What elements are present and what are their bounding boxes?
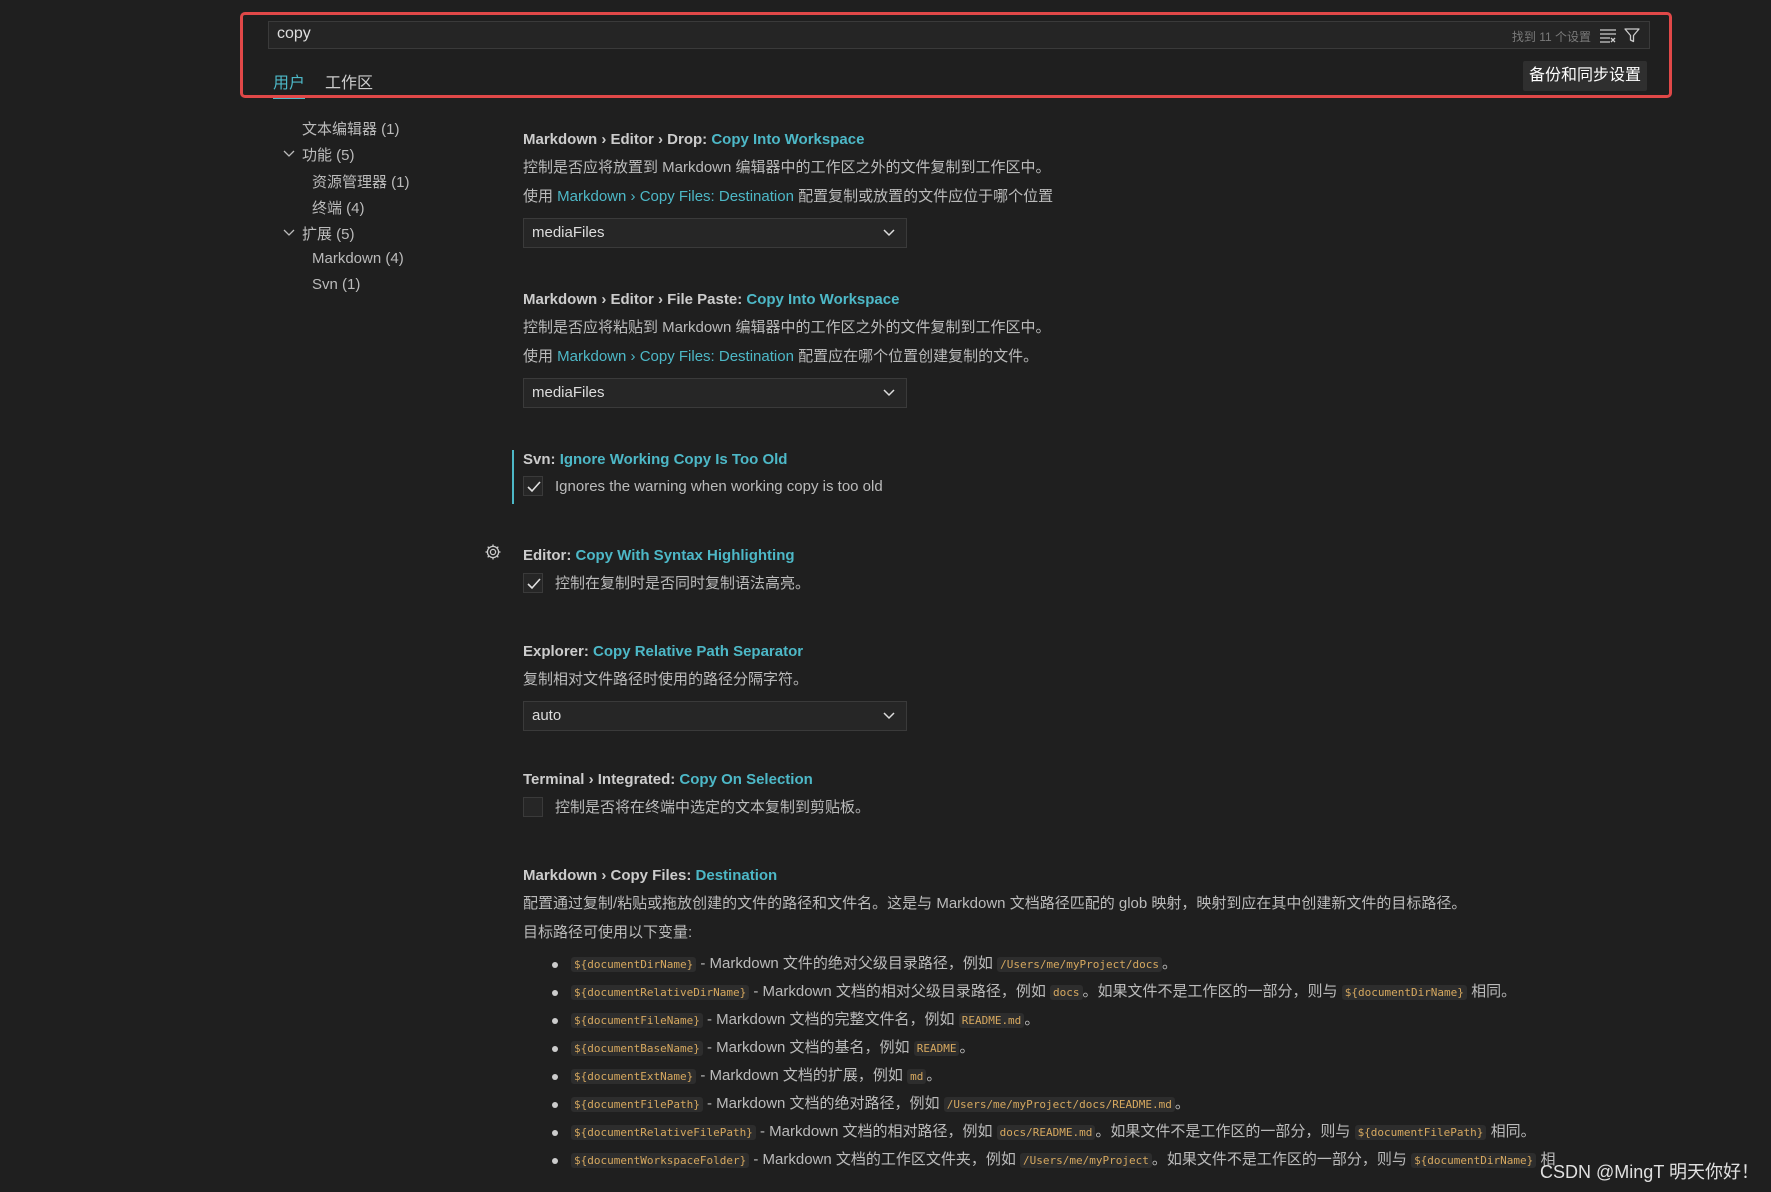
toc-item-markdown[interactable]: Markdown (4)	[312, 250, 404, 267]
setting-select[interactable]: auto	[523, 701, 907, 731]
check-icon	[527, 577, 541, 589]
setting-markdown-copy-destination: Markdown › Copy Files: Destination 配置通过复…	[523, 867, 1723, 1174]
clear-filter-icon[interactable]	[1599, 27, 1617, 43]
setting-editor-copy-syntax: Editor: Copy With Syntax Highlighting 控制…	[523, 547, 1723, 593]
setting-description: 控制是否应将粘贴到 Markdown 编辑器中的工作区之外的文件复制到工作区中。	[523, 319, 1051, 336]
setting-title: Explorer: Copy Relative Path Separator	[523, 643, 804, 660]
setting-terminal-copy-on-selection: Terminal › Integrated: Copy On Selection…	[523, 771, 1723, 817]
toc-item-explorer[interactable]: 资源管理器 (1)	[312, 171, 410, 192]
chevron-down-icon	[883, 389, 895, 397]
toc-item-extensions[interactable]: 扩展 (5)	[302, 223, 355, 244]
setting-select[interactable]: mediaFiles	[523, 378, 907, 408]
setting-select[interactable]: mediaFiles	[523, 218, 907, 248]
setting-checkbox[interactable]	[523, 476, 543, 496]
tab-user[interactable]: 用户	[273, 69, 306, 99]
gear-icon[interactable]	[484, 543, 502, 561]
toc-item-terminal[interactable]: 终端 (4)	[312, 197, 365, 218]
list-item: ${documentFileName} - Markdown 文档的完整文件名，…	[523, 1006, 1723, 1034]
setting-explorer-copy-separator: Explorer: Copy Relative Path Separator 复…	[523, 643, 1723, 731]
settings-header: copy 找到 11 个设置 用户 工作区 备份和同步设置	[240, 12, 1672, 99]
tab-workspace[interactable]: 工作区	[325, 69, 373, 93]
toc-item-features[interactable]: 功能 (5)	[302, 144, 355, 165]
checkbox-label: Ignores the warning when working copy is…	[555, 477, 883, 495]
chevron-down-icon	[883, 712, 895, 720]
setting-title: Svn: Ignore Working Copy Is Too Old	[523, 451, 788, 468]
toc-item-text-editor[interactable]: 文本编辑器 (1)	[302, 118, 400, 139]
setting-title: Editor: Copy With Syntax Highlighting	[523, 547, 795, 564]
toc-item-svn[interactable]: Svn (1)	[312, 276, 360, 293]
watermark: CSDN @MingT 明天你好！	[1540, 1162, 1759, 1182]
chevron-down-icon[interactable]	[282, 228, 296, 238]
setting-checkbox[interactable]	[523, 572, 543, 593]
list-item: ${documentRelativeFilePath} - Markdown 文…	[523, 1118, 1723, 1146]
chevron-down-icon	[883, 229, 895, 237]
search-bar[interactable]: copy 找到 11 个设置	[268, 21, 1650, 49]
chevron-down-icon[interactable]	[282, 149, 296, 159]
setting-title: Markdown › Editor › File Paste: Copy Int…	[523, 291, 900, 308]
checkbox-label: 控制在复制时是否同时复制语法高亮。	[555, 575, 811, 592]
variable-list: ${documentDirName} - Markdown 文件的绝对父级目录路…	[523, 950, 1723, 1174]
list-item: ${documentBaseName} - Markdown 文档的基名，例如 …	[523, 1034, 1723, 1062]
setting-description: 复制相对文件路径时使用的路径分隔字符。	[523, 671, 809, 688]
setting-description: 控制是否应将放置到 Markdown 编辑器中的工作区之外的文件复制到工作区中。	[523, 159, 1051, 176]
result-count: 找到 11 个设置	[1511, 30, 1591, 44]
setting-title: Terminal › Integrated: Copy On Selection	[523, 771, 813, 788]
setting-link[interactable]: Markdown › Copy Files: Destination	[557, 348, 794, 365]
backup-sync-button[interactable]: 备份和同步设置	[1522, 61, 1647, 91]
setting-title: Markdown › Copy Files: Destination	[523, 867, 778, 884]
filter-icon[interactable]	[1623, 26, 1641, 44]
search-input[interactable]: copy	[277, 25, 311, 43]
setting-svn-ignore-working-copy: Svn: Ignore Working Copy Is Too Old Igno…	[523, 451, 1723, 496]
checkbox-label: 控制是否将在终端中选定的文本复制到剪贴板。	[555, 799, 871, 816]
check-icon	[527, 481, 541, 493]
setting-link[interactable]: Markdown › Copy Files: Destination	[557, 188, 794, 205]
list-item: ${documentRelativeDirName} - Markdown 文档…	[523, 978, 1723, 1006]
setting-checkbox[interactable]	[523, 796, 543, 817]
list-item: ${documentDirName} - Markdown 文件的绝对父级目录路…	[523, 950, 1723, 978]
setting-markdown-paste-copy: Markdown › Editor › File Paste: Copy Int…	[523, 291, 1723, 408]
setting-description: 配置通过复制/粘贴或拖放创建的文件的路径和文件名。这是与 Markdown 文档…	[523, 895, 1467, 912]
list-item: ${documentFilePath} - Markdown 文档的绝对路径，例…	[523, 1090, 1723, 1118]
setting-description: 使用 Markdown › Copy Files: Destination 配置…	[523, 188, 1054, 205]
setting-title: Markdown › Editor › Drop: Copy Into Work…	[523, 131, 865, 148]
setting-description: 使用 Markdown › Copy Files: Destination 配置…	[523, 348, 1039, 365]
setting-markdown-drop-copy: Markdown › Editor › Drop: Copy Into Work…	[523, 131, 1723, 248]
list-item: ${documentExtName} - Markdown 文档的扩展，例如 m…	[523, 1062, 1723, 1090]
focus-indicator	[512, 450, 514, 504]
setting-description: 目标路径可使用以下变量:	[523, 924, 693, 941]
